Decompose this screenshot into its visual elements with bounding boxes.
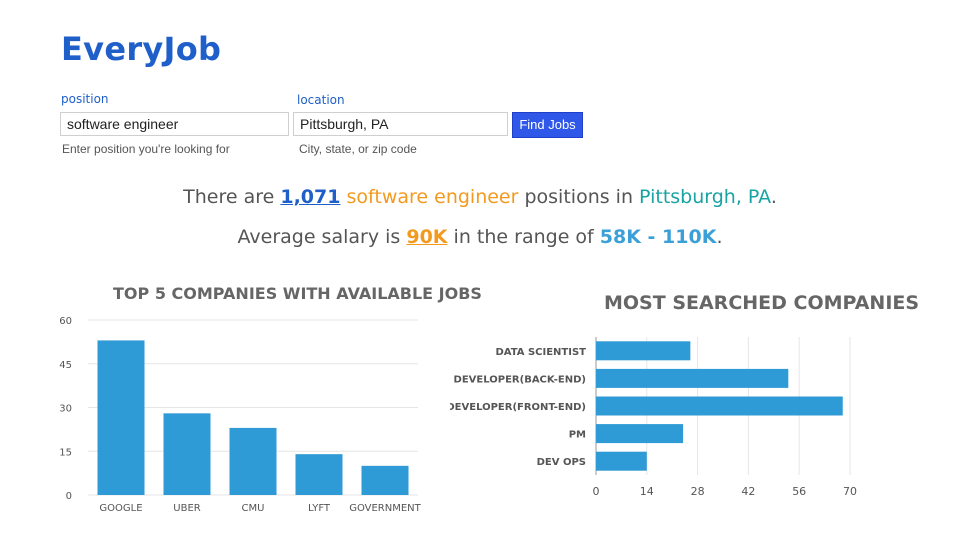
most-searched-chart: 0 14 28 42 56 70 DATA SCIENTIST DEVELOPER(BACK-… xyxy=(450,337,857,498)
y-tick-label: PM xyxy=(569,430,586,441)
bar xyxy=(596,368,789,388)
bar xyxy=(97,340,145,495)
summary-line-1: There are 1,071 software engineer positi… xyxy=(0,186,960,208)
location-text: Pittsburgh, PA xyxy=(639,186,771,208)
summary-text: Average salary is xyxy=(237,226,407,248)
summary-text: There are xyxy=(183,186,281,208)
summary-text: positions in xyxy=(518,186,640,208)
position-label: position xyxy=(61,92,109,106)
x-tick-label: 42 xyxy=(741,485,755,498)
role-text: software engineer xyxy=(346,186,519,208)
x-tick-label: GOVERNMENT xyxy=(349,503,421,514)
position-hint: Enter position you're looking for xyxy=(62,142,230,156)
x-tick-label: LYFT xyxy=(308,503,331,514)
summary-line-2: Average salary is 90K in the range of 58… xyxy=(0,226,960,248)
y-tick-label: DATA SCIENTIST xyxy=(495,347,586,358)
x-tick-label: 56 xyxy=(792,485,806,498)
x-tick-label: 0 xyxy=(593,485,600,498)
location-input[interactable]: Pittsburgh, PA xyxy=(293,112,508,136)
bar xyxy=(596,451,647,471)
y-tick-label: DEVELOPER(FRONT-END) xyxy=(450,402,586,413)
location-label: location xyxy=(297,93,345,107)
top-companies-chart: 0 15 30 45 60 GOOGLE UBER CMU LYFT GOVERNMENT xyxy=(59,316,421,514)
chart2-title: MOST SEARCHED COMPANIES xyxy=(604,292,920,314)
x-tick-label: 70 xyxy=(843,485,857,498)
y-tick-label: 0 xyxy=(66,491,72,502)
x-tick-label: 28 xyxy=(691,485,705,498)
summary-text: . xyxy=(716,226,723,248)
bar xyxy=(361,465,409,495)
location-hint: City, state, or zip code xyxy=(299,142,417,156)
y-tick-label: 45 xyxy=(59,360,72,371)
bar xyxy=(229,427,277,495)
avg-salary-link[interactable]: 90K xyxy=(406,226,447,248)
bar xyxy=(596,424,684,444)
x-tick-label: 14 xyxy=(640,485,654,498)
y-tick-label: DEVELOPER(BACK-END) xyxy=(454,374,586,385)
app-title: EveryJob xyxy=(61,30,222,68)
bar xyxy=(596,396,843,416)
find-jobs-button[interactable]: Find Jobs xyxy=(512,112,583,138)
summary-text: . xyxy=(770,186,777,208)
bar xyxy=(163,413,211,495)
y-tick-label: DEV OPS xyxy=(537,457,586,468)
x-tick-label: CMU xyxy=(242,503,265,514)
bar xyxy=(295,454,343,495)
x-tick-label: GOOGLE xyxy=(99,503,142,514)
bar xyxy=(596,341,691,361)
salary-range: 58K - 110K xyxy=(599,226,717,248)
summary-text: in the range of xyxy=(447,226,600,248)
y-tick-label: 60 xyxy=(59,316,72,327)
position-input[interactable]: software engineer xyxy=(60,112,289,136)
x-tick-label: UBER xyxy=(173,503,200,514)
y-tick-label: 30 xyxy=(59,404,72,415)
job-count-link[interactable]: 1,071 xyxy=(280,186,340,208)
y-tick-label: 15 xyxy=(59,447,72,458)
